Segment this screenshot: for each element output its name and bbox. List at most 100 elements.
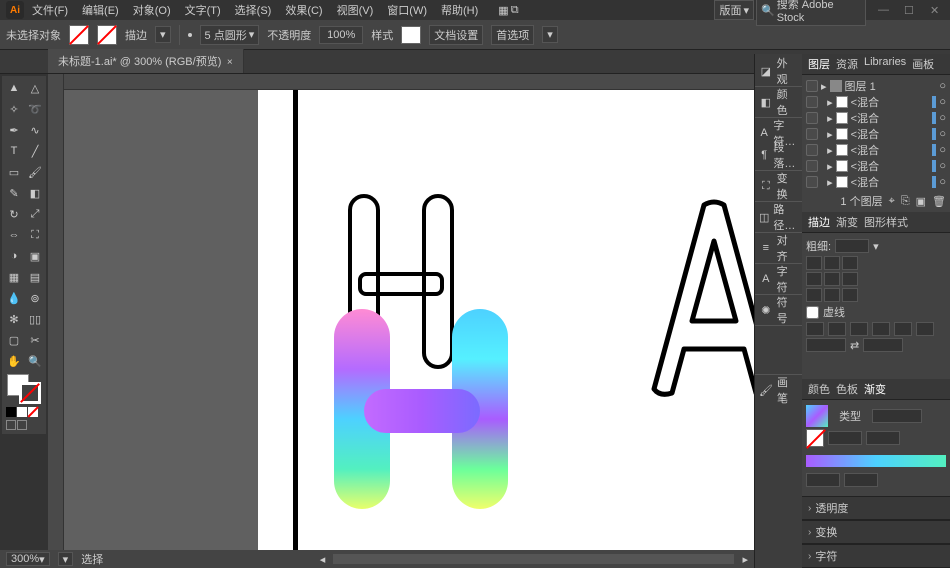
menu-edit[interactable]: 编辑(E) [76,0,125,20]
selection-tool[interactable]: ▲ [4,78,24,98]
tab-gradient2[interactable]: 渐变 [864,381,886,397]
direct-selection-tool[interactable]: △ [25,78,45,98]
eyedropper-tool[interactable]: 💧 [4,288,24,308]
layer-row[interactable]: ▸<混合○ [806,94,946,110]
arrowheads[interactable]: ⇄ [806,338,946,352]
view-rotation[interactable]: ▾ [58,552,74,566]
tab-color[interactable]: 颜色 [808,381,830,397]
pen-tool[interactable]: ✒ [4,120,24,140]
tab-graphicstyles[interactable]: 图形样式 [864,214,908,230]
blend-tool[interactable]: ⊚ [25,288,45,308]
menu-object[interactable]: 对象(O) [127,0,177,20]
stroke-weight-input[interactable] [835,239,869,253]
dock-brushes[interactable]: 🖌画笔 [755,379,802,401]
arrange-icon[interactable]: ⧉ [511,4,519,17]
dock-align[interactable]: ≡对齐 [755,237,802,259]
search-input[interactable]: 🔍 搜索 Adobe Stock [756,0,866,26]
menu-window[interactable]: 窗口(W) [381,0,433,20]
stroke-panel[interactable]: 粗细:▾ 虚线 ⇄ [802,233,950,379]
visibility-toggle[interactable] [806,176,818,188]
tab-assets[interactable]: 资源 [836,56,858,72]
canvas[interactable] [58,74,744,550]
delete-layer-icon[interactable]: 🗑 [932,195,946,208]
dock-transform[interactable]: ⛶变换 [755,175,802,197]
shape-builder-tool[interactable]: ◑ [4,246,24,266]
visibility-toggle[interactable] [806,80,818,92]
visibility-toggle[interactable] [806,160,818,172]
panel-transparency[interactable]: 透明度 [802,496,950,520]
curvature-tool[interactable]: ∿ [25,120,45,140]
scale-tool[interactable]: ⤢ [25,204,45,224]
color-mode-row[interactable] [4,407,45,419]
dock-char2[interactable]: A字符 [755,268,802,290]
stroke-panel-tabs[interactable]: 描边 渐变 图形样式 [802,212,950,233]
panel-character[interactable]: 字符 [802,544,950,568]
visibility-toggle[interactable] [806,144,818,156]
dock-paragraph[interactable]: ¶段落… [755,144,802,166]
dock-appearance[interactable]: ◪外观 [755,60,802,82]
new-layer-icon[interactable]: ▣ [916,195,926,208]
maximize-button[interactable]: ☐ [904,4,918,16]
tab-libraries[interactable]: Libraries [864,56,906,72]
zoom-tool[interactable]: 🔍 [25,351,45,371]
stroke-swatch[interactable] [97,25,117,45]
menu-view[interactable]: 视图(V) [331,0,380,20]
tab-layers[interactable]: 图层 [808,56,830,72]
grad-angle-input[interactable] [828,431,862,445]
tab-stroke[interactable]: 描边 [808,214,830,230]
opacity-input[interactable] [319,26,363,44]
layers-panel[interactable]: ▸图层 1○ ▸<混合○ ▸<混合○ ▸<混合○ ▸<混合○ ▸<混合○ ▸<混… [802,75,950,190]
corner-buttons[interactable] [806,272,946,286]
cap-buttons[interactable] [806,256,946,270]
hscrollbar[interactable] [333,554,734,564]
fill-stroke-control[interactable] [4,372,45,406]
dock-symbols[interactable]: ✺符号 [755,299,802,321]
dash-inputs[interactable] [806,322,946,336]
bridge-icon[interactable]: ▦ [498,4,508,17]
screen-mode-row[interactable] [4,420,45,432]
ruler-vertical[interactable] [48,74,64,550]
close-button[interactable]: ✕ [930,4,944,16]
layer-row[interactable]: ▸<混合○ [806,126,946,142]
prefs-extra[interactable]: ▾ [542,26,558,43]
stroke-weight-dropdown[interactable]: ▾ [155,26,171,43]
slice-tool[interactable]: ✂ [25,330,45,350]
scroll-right-icon[interactable]: ▸ [742,553,748,566]
ruler-horizontal[interactable] [48,74,754,90]
new-sublayer-icon[interactable]: ⎘ [901,195,910,208]
menu-type[interactable]: 文字(T) [179,0,227,20]
layer-row[interactable]: ▸<混合○ [806,158,946,174]
grad-ratio-input[interactable] [866,431,900,445]
layer-row[interactable]: ▸<混合○ [806,110,946,126]
hand-tool[interactable]: ✋ [4,351,24,371]
gradient-tool[interactable]: ▤ [25,267,45,287]
menu-help[interactable]: 帮助(H) [435,0,484,20]
grad-location-input[interactable] [844,473,878,487]
rotate-tool[interactable]: ↻ [4,204,24,224]
dock-color[interactable]: ◧颜色 [755,91,802,113]
visibility-toggle[interactable] [806,128,818,140]
menu-file[interactable]: 文件(F) [26,0,74,20]
gradient-preview-chip[interactable] [806,405,828,427]
brush-definition[interactable]: 5 点圆形 ▾ [200,25,260,45]
mesh-tool[interactable]: ▦ [4,267,24,287]
tab-artboards[interactable]: 画板 [912,56,934,72]
stroke-color[interactable] [19,382,41,404]
paintbrush-tool[interactable]: 🖌 [25,162,45,182]
locate-icon[interactable]: ⌖ [889,195,895,208]
artboard-tool[interactable]: ▢ [4,330,24,350]
preferences-button[interactable]: 首选项 [491,25,534,45]
style-chip[interactable] [401,26,421,44]
zoom-level[interactable]: 300% ▾ [6,552,50,566]
pencil-tool[interactable]: ✎ [4,183,24,203]
line-tool[interactable]: ╱ [25,141,45,161]
rectangle-tool[interactable]: ▭ [4,162,24,182]
layer-row-top[interactable]: ▸图层 1○ [806,78,946,94]
perspective-tool[interactable]: ▣ [25,246,45,266]
free-transform-tool[interactable]: ⛶ [25,225,45,245]
fill-swatch[interactable] [69,25,89,45]
scroll-left-icon[interactable]: ◂ [320,553,326,566]
workspace-switcher[interactable]: 版面 ▾ [714,0,754,20]
eraser-tool[interactable]: ◧ [25,183,45,203]
column-graph-tool[interactable]: ▯▯ [25,309,45,329]
